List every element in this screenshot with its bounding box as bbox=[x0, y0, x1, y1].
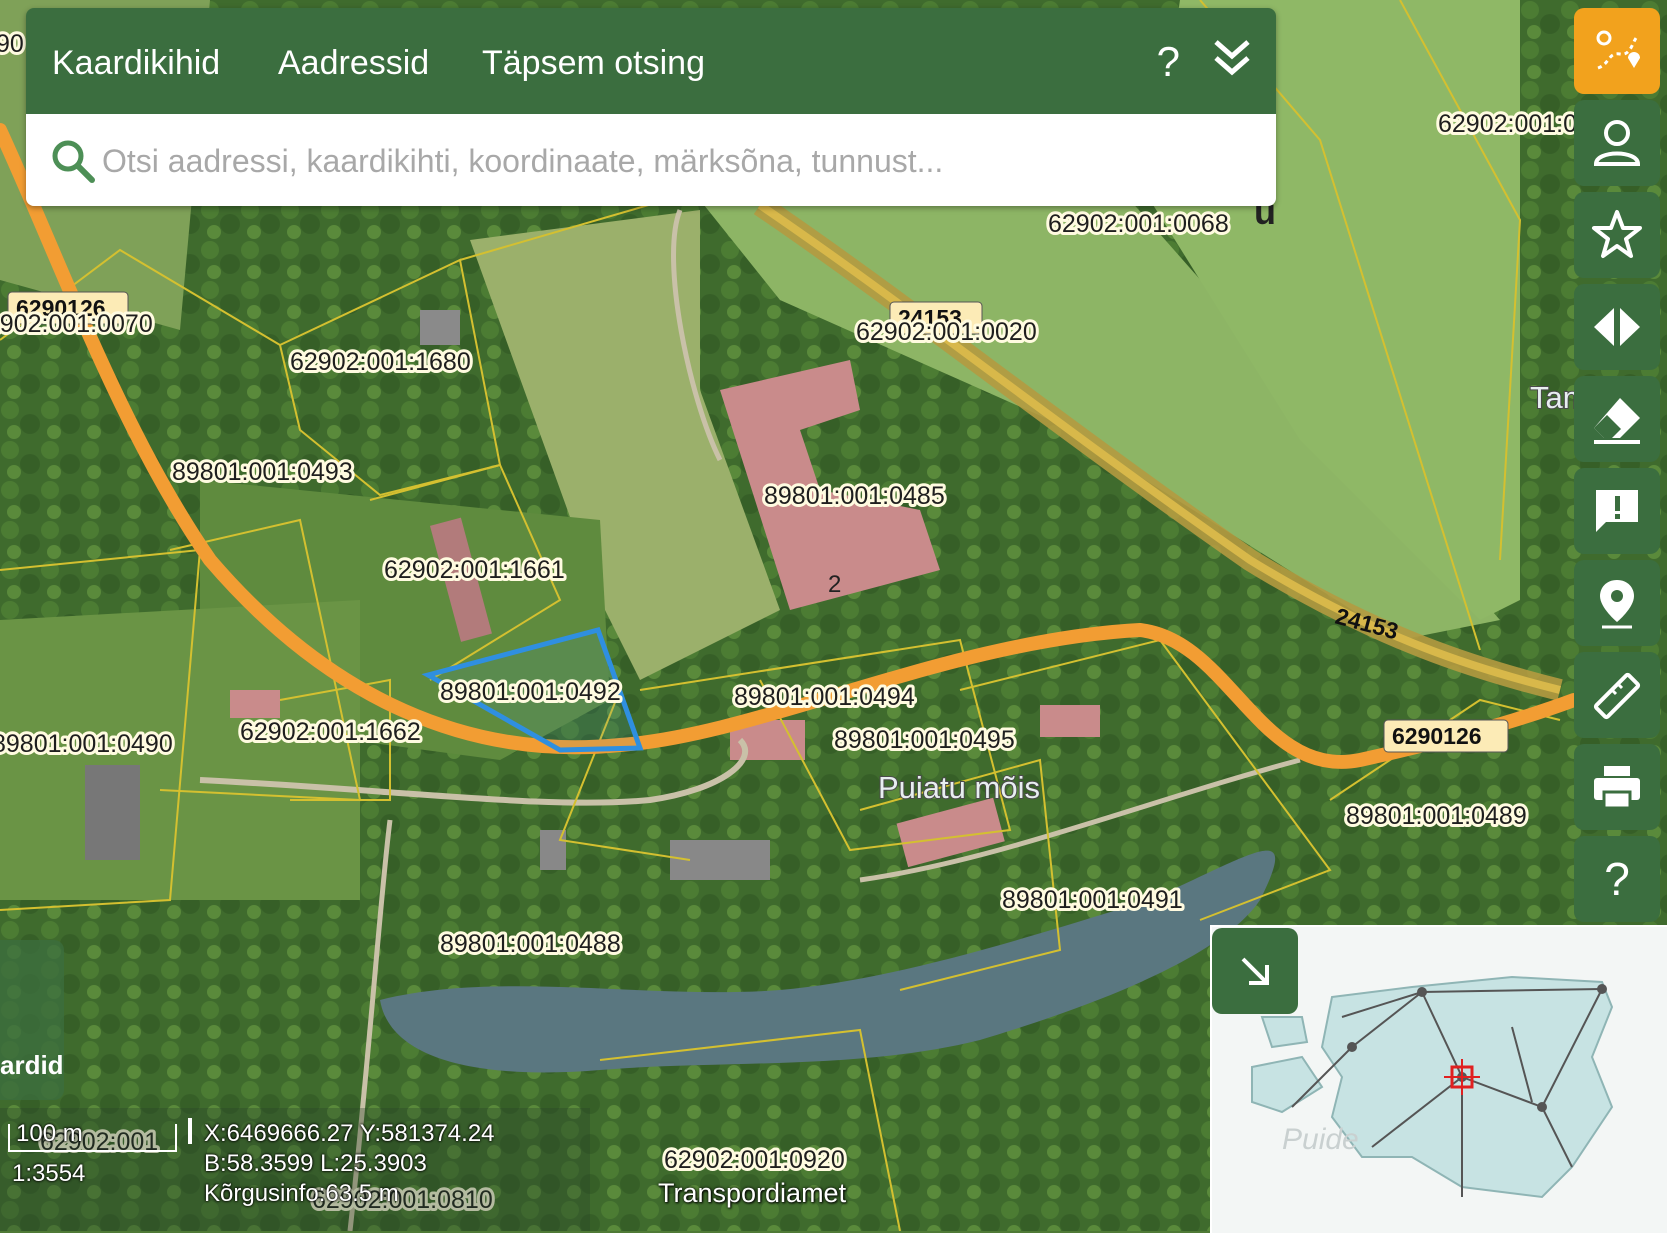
coordinates-divider bbox=[188, 1118, 192, 1144]
feedback-button[interactable] bbox=[1574, 468, 1660, 554]
compare-button[interactable] bbox=[1574, 284, 1660, 370]
compare-arrows-icon bbox=[1594, 308, 1640, 346]
parcel-label: 62902:001:1680 bbox=[290, 348, 471, 376]
user-button[interactable] bbox=[1574, 100, 1660, 186]
svg-text:6290126: 6290126 bbox=[1392, 723, 1482, 749]
partial-label: 90 bbox=[0, 30, 24, 58]
search-input[interactable] bbox=[100, 132, 1244, 190]
parcel-label: 62902:001:1662 bbox=[240, 718, 421, 746]
bl-coordinates: B:58.3599 L:25.3903 bbox=[204, 1150, 427, 1177]
copyright-label: Transpordiamet bbox=[658, 1178, 847, 1208]
user-icon bbox=[1593, 120, 1641, 166]
scale-bar-label: 100 m bbox=[16, 1120, 83, 1147]
parcel-label: 62902:001:0068 bbox=[1048, 210, 1229, 238]
feedback-icon bbox=[1596, 490, 1638, 532]
arrow-down-right-icon bbox=[1241, 957, 1269, 985]
help-icon: ? bbox=[1604, 853, 1630, 905]
parcel-label: 62902:001:0920 bbox=[664, 1146, 845, 1174]
building-number: 2 bbox=[828, 571, 841, 598]
parcel-label: 89801:001:0493 bbox=[172, 458, 353, 486]
parcel-label: 89801:001:0485 bbox=[764, 482, 945, 510]
panel-header: Kaardikihid Aadressid Täpsem otsing ? bbox=[26, 8, 1276, 114]
parcel-label: 89801:001:0495 bbox=[834, 726, 1015, 754]
tab-aadressid[interactable]: Aadressid bbox=[278, 44, 429, 83]
parcel-label: 62902:001:0070 bbox=[0, 310, 153, 338]
basemaps-panel-tab[interactable]: ardid bbox=[0, 940, 64, 1100]
search-icon bbox=[52, 140, 95, 183]
minimap-place-label: Puide bbox=[1282, 1123, 1359, 1156]
parcel-label: 62902:001:1661 bbox=[384, 556, 565, 584]
parcel-label: 89801:001:0490 bbox=[0, 730, 173, 758]
ruler-icon bbox=[1593, 672, 1641, 720]
tab-tapsem-otsing[interactable]: Täpsem otsing bbox=[482, 44, 705, 83]
print-icon bbox=[1594, 766, 1640, 810]
scale-ratio: 1:3554 bbox=[12, 1160, 86, 1187]
parcel-label: 89801:001:0488 bbox=[440, 930, 621, 958]
parcel-label: 89801:001:0491 bbox=[1002, 886, 1183, 914]
place-label: Puiatu mõis bbox=[878, 770, 1040, 805]
star-icon bbox=[1592, 210, 1642, 258]
road-shield: 6290126 bbox=[1383, 719, 1509, 753]
tab-kaardikihid[interactable]: Kaardikihid bbox=[52, 44, 220, 83]
measure-button[interactable] bbox=[1574, 652, 1660, 738]
help-button[interactable]: ? bbox=[1157, 38, 1180, 86]
basemaps-label: ardid bbox=[0, 1050, 64, 1080]
location-button[interactable] bbox=[1574, 560, 1660, 646]
route-pin-icon bbox=[1596, 30, 1640, 70]
collapse-overview-button[interactable] bbox=[1212, 928, 1298, 1014]
height-info: Kõrgusinfo:63.5 m bbox=[204, 1180, 399, 1207]
favorites-button[interactable] bbox=[1574, 192, 1660, 278]
location-pin-icon bbox=[1600, 580, 1634, 629]
parcel-label: 89801:001:0492 bbox=[440, 678, 621, 706]
parcel-label: 62902:001:0020 bbox=[856, 318, 1037, 346]
help-tool-button[interactable]: ? bbox=[1574, 836, 1660, 922]
eraser-button[interactable] bbox=[1574, 376, 1660, 462]
search-bar bbox=[26, 114, 1276, 206]
eraser-icon bbox=[1594, 398, 1640, 444]
xy-coordinates: X:6469666.27 Y:581374.24 bbox=[204, 1120, 495, 1147]
parcel-label: 89801:001:0494 bbox=[734, 683, 915, 711]
search-panel: Kaardikihid Aadressid Täpsem otsing ? bbox=[26, 8, 1276, 206]
parcel-label: 89801:001:0489 bbox=[1346, 802, 1527, 830]
route-tool-button[interactable] bbox=[1574, 8, 1660, 94]
print-button[interactable] bbox=[1574, 744, 1660, 830]
double-chevron-down-icon[interactable] bbox=[1210, 36, 1254, 80]
